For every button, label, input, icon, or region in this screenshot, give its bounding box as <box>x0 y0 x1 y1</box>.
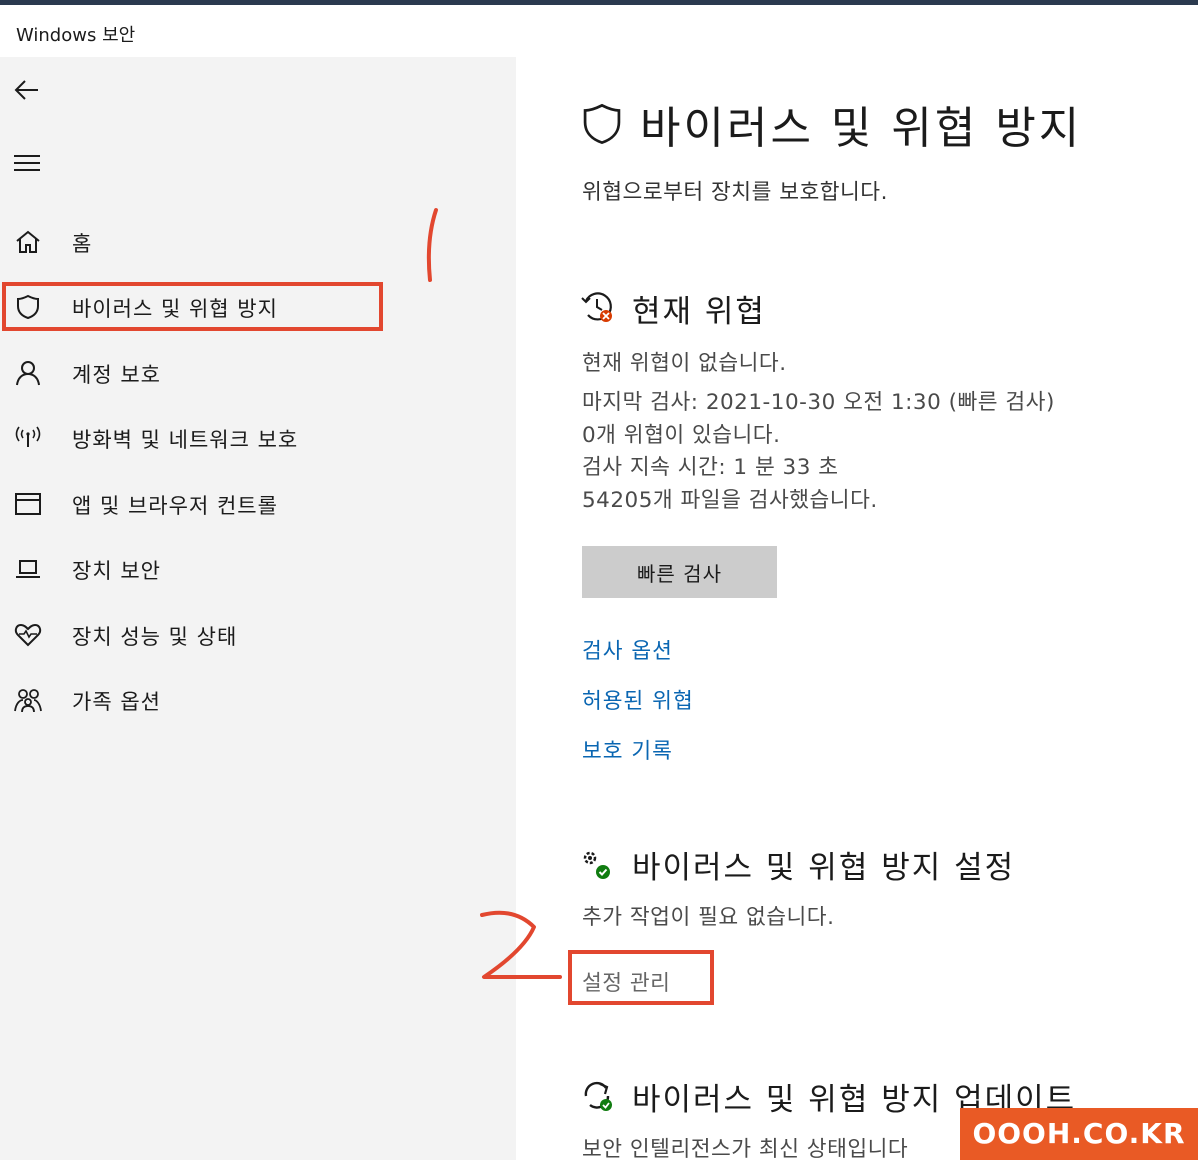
sidebar-item-account-protection[interactable]: 계정 보호 <box>0 345 516 401</box>
person-icon <box>12 357 44 389</box>
wifi-antenna-icon <box>12 422 44 454</box>
home-icon <box>12 226 44 258</box>
page-subtitle: 위협으로부터 장치를 보호합니다. <box>582 180 888 205</box>
sidebar-item-label: 가족 옵션 <box>72 690 161 714</box>
history-clock-icon <box>580 289 616 329</box>
threat-status-line: 현재 위협이 없습니다. <box>582 351 787 376</box>
protection-history-link[interactable]: 보호 기록 <box>582 734 673 765</box>
sidebar-item-device-performance[interactable]: 장치 성능 및 상태 <box>0 607 516 663</box>
sidebar-item-label: 홈 <box>72 232 93 256</box>
heart-pulse-icon <box>12 619 44 651</box>
shield-icon <box>12 291 44 323</box>
sidebar-item-device-security[interactable]: 장치 보안 <box>0 541 516 597</box>
sidebar-item-label: 계정 보호 <box>72 363 161 387</box>
sidebar-item-family-options[interactable]: 가족 옵션 <box>0 672 516 728</box>
sidebar-item-label: 장치 보안 <box>72 559 161 583</box>
last-scan-line: 마지막 검사: 2021-10-30 오전 1:30 (빠른 검사) <box>582 390 1055 415</box>
hamburger-icon[interactable] <box>12 148 42 178</box>
back-arrow-icon[interactable] <box>12 75 42 105</box>
files-scanned-line: 54205개 파일을 검사했습니다. <box>582 488 878 513</box>
sidebar-item-virus-protection[interactable]: 바이러스 및 위협 방지 <box>0 279 516 335</box>
settings-heading: 바이러스 및 위협 방지 설정 <box>632 850 1016 886</box>
update-refresh-icon <box>580 1078 616 1118</box>
manage-settings-link[interactable]: 설정 관리 <box>582 966 670 997</box>
scan-options-link[interactable]: 검사 옵션 <box>582 634 673 665</box>
laptop-icon <box>12 553 44 585</box>
scan-duration-line: 검사 지속 시간: 1 분 33 초 <box>582 455 839 480</box>
app-title: Windows 보안 <box>16 25 136 46</box>
page-title: 바이러스 및 위협 방지 <box>640 103 1083 154</box>
current-threats-heading: 현재 위협 <box>632 294 766 330</box>
sidebar-item-app-browser-control[interactable]: 앱 및 브라우저 컨트롤 <box>0 476 516 532</box>
watermark-badge: OOOH.CO.KR <box>960 1108 1198 1160</box>
page-title-shield-icon <box>580 102 624 150</box>
sidebar-item-label: 바이러스 및 위협 방지 <box>72 297 278 321</box>
step-one-mark <box>426 208 438 282</box>
threat-count-line: 0개 위협이 있습니다. <box>582 423 781 448</box>
updates-status: 보안 인텔리전스가 최신 상태입니다 <box>582 1137 909 1162</box>
step-two-mark <box>480 910 562 979</box>
sidebar-item-firewall[interactable]: 방화벽 및 네트워크 보호 <box>0 410 516 466</box>
allowed-threats-link[interactable]: 허용된 위협 <box>582 684 694 715</box>
family-icon <box>12 684 44 716</box>
sidebar-item-label: 방화벽 및 네트워크 보호 <box>72 428 299 452</box>
settings-gear-icon <box>580 848 614 886</box>
sidebar-item-label: 앱 및 브라우저 컨트롤 <box>72 494 278 518</box>
sidebar-item-label: 장치 성능 및 상태 <box>72 625 238 649</box>
title-bar: Windows 보안 <box>0 5 1198 57</box>
quick-scan-button[interactable]: 빠른 검사 <box>582 546 777 598</box>
settings-status: 추가 작업이 필요 없습니다. <box>582 905 835 930</box>
app-window-icon <box>12 488 44 520</box>
